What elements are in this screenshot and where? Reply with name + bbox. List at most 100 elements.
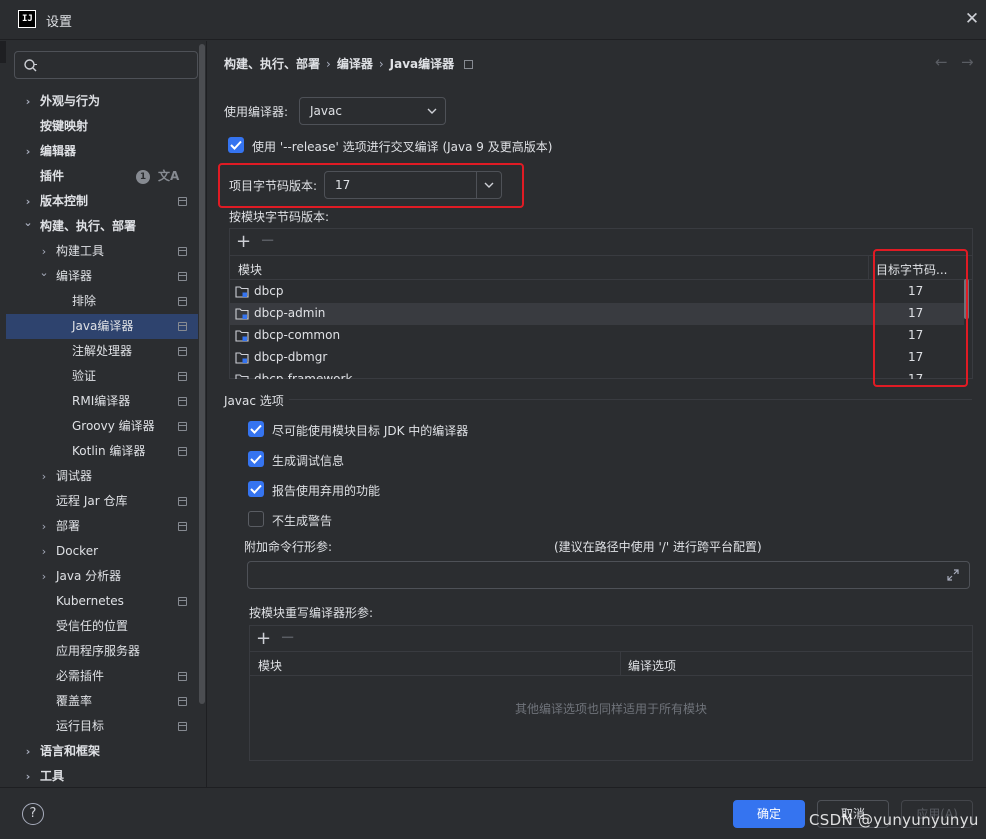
module-folder-icon [235, 308, 249, 320]
sidebar-item-label: 注解处理器 [72, 344, 133, 358]
sidebar-item[interactable]: 应用程序服务器 [0, 639, 198, 664]
compiler-label: 使用编译器: [224, 105, 289, 119]
sidebar-item-label: 按键映射 [40, 119, 89, 133]
expand-icon[interactable] [947, 569, 959, 581]
ok-button[interactable]: 确定 [733, 800, 805, 828]
sidebar-item[interactable]: 插件 1 文A [0, 164, 198, 189]
project-scope-icon [178, 522, 187, 531]
table-row[interactable]: dbcp-framework 17 [230, 369, 964, 379]
close-icon[interactable]: ✕ [962, 9, 982, 29]
col-module[interactable]: 模块 [258, 657, 282, 674]
sidebar-item[interactable]: 按键映射 [0, 114, 198, 139]
sidebar-item[interactable]: ⌄ 编译器 [0, 264, 198, 289]
sidebar-item[interactable]: 验证 [0, 364, 198, 389]
add-icon[interactable]: + [256, 628, 271, 649]
sidebar-item[interactable]: 排除 [0, 289, 198, 314]
project-scope-icon [178, 372, 187, 381]
sidebar-scrollbar[interactable] [199, 44, 205, 704]
module-folder-icon [235, 352, 249, 364]
sidebar-item[interactable]: ⌄ 构建、执行、部署 [0, 214, 198, 239]
sidebar-item[interactable]: Groovy 编译器 [0, 414, 198, 439]
sidebar-item-label: 插件 [40, 169, 65, 183]
chevron-right-icon[interactable]: › [22, 739, 34, 764]
chevron-right-icon[interactable]: › [38, 539, 50, 564]
sidebar-item[interactable]: RMI编译器 [0, 389, 198, 414]
project-scope-icon [178, 397, 187, 406]
table-row[interactable]: dbcp-admin 17 [230, 303, 964, 325]
chevron-right-icon[interactable]: › [38, 514, 50, 539]
sidebar-item[interactable]: 远程 Jar 仓库 [0, 489, 198, 514]
back-arrow-icon[interactable]: ← [935, 53, 948, 71]
module-folder-icon [235, 374, 249, 379]
breadcrumb-item[interactable]: 编译器 [337, 57, 373, 71]
javac-option-checkbox[interactable] [248, 451, 264, 467]
translate-icon: 文A [158, 169, 180, 183]
sidebar-item-label: 版本控制 [40, 194, 89, 208]
chevron-down-icon[interactable]: ⌄ [38, 260, 50, 285]
sidebar-item[interactable]: 运行目标 [0, 714, 198, 739]
sidebar-item[interactable]: › Java 分析器 [0, 564, 198, 589]
module-name: dbcp [254, 284, 284, 298]
chevron-right-icon[interactable]: › [38, 564, 50, 589]
breadcrumb-item[interactable]: 构建、执行、部署 [224, 57, 320, 71]
chevron-down-icon [427, 108, 437, 114]
javac-option-label: 报告使用弃用的功能 [272, 484, 381, 498]
table-row[interactable]: dbcp 17 [230, 281, 964, 303]
sidebar-item[interactable]: › 语言和框架 [0, 739, 198, 764]
breadcrumb: 构建、执行、部署 › 编译器 › Java编译器 [224, 55, 474, 72]
project-scope-icon [178, 247, 187, 256]
col-options[interactable]: 编译选项 [628, 657, 676, 674]
project-scope-icon [178, 597, 187, 606]
sidebar-item[interactable]: › 工具 [0, 764, 198, 789]
sidebar-item[interactable]: › 调试器 [0, 464, 198, 489]
chevron-right-icon[interactable]: › [22, 764, 34, 789]
checkmark-icon [250, 484, 262, 494]
sidebar-item-label: Java编译器 [72, 319, 134, 333]
sidebar-item[interactable]: › 外观与行为 [0, 89, 198, 114]
compiler-value: Javac [310, 104, 342, 118]
override-label: 按模块重写编译器形参: [249, 606, 374, 620]
sidebar-item-label: 外观与行为 [40, 94, 101, 108]
col-module[interactable]: 模块 [238, 261, 262, 278]
sidebar-item[interactable]: 受信任的位置 [0, 614, 198, 639]
compiler-select[interactable]: Javac [299, 97, 446, 125]
chevron-right-icon[interactable]: › [38, 464, 50, 489]
javac-section-title: Javac 选项 [224, 394, 284, 408]
add-icon[interactable]: + [236, 231, 251, 252]
project-scope-icon [178, 447, 187, 456]
javac-option-checkbox[interactable] [248, 481, 264, 497]
help-icon[interactable]: ? [22, 803, 44, 825]
javac-option-checkbox[interactable] [248, 511, 264, 527]
java-compiler-panel: 构建、执行、部署 › 编译器 › Java编译器 ← → 使用编译器: Javac 使用… [206, 41, 986, 787]
chevron-right-icon[interactable]: › [22, 89, 34, 114]
module-name: dbcp-admin [254, 306, 326, 320]
sidebar-item[interactable]: 覆盖率 [0, 689, 198, 714]
module-name: dbcp-dbmgr [254, 350, 328, 364]
sidebar-item[interactable]: Kotlin 编译器 [0, 439, 198, 464]
sidebar-item[interactable]: › 编辑器 [0, 139, 198, 164]
table-row[interactable]: dbcp-dbmgr 17 [230, 347, 964, 369]
javac-option-checkbox[interactable] [248, 421, 264, 437]
watermark: CSDN @yunyunyunyu [809, 811, 979, 829]
intellij-icon: IJ [18, 10, 36, 28]
project-scope-icon [178, 722, 187, 731]
javac-option-label: 生成调试信息 [272, 454, 345, 468]
breadcrumb-current: Java编译器 [389, 57, 455, 71]
chevron-right-icon[interactable]: › [22, 139, 34, 164]
project-scope-icon [178, 697, 187, 706]
chevron-down-icon[interactable]: ⌄ [22, 210, 34, 235]
sidebar-item[interactable]: Java编译器 [6, 314, 198, 339]
table-header: 模块 目标字节码... [230, 255, 972, 280]
sidebar-item[interactable]: 注解处理器 [0, 339, 198, 364]
sidebar-item[interactable]: 必需插件 [0, 664, 198, 689]
cmd-args-input[interactable] [247, 561, 970, 589]
table-row[interactable]: dbcp-common 17 [230, 325, 964, 347]
search-input[interactable] [14, 51, 198, 79]
release-checkbox[interactable] [228, 137, 244, 153]
forward-arrow-icon[interactable]: → [961, 53, 974, 71]
sidebar-item[interactable]: › 部署 [0, 514, 198, 539]
sidebar-item[interactable]: › Docker [0, 539, 198, 564]
sidebar-item[interactable]: › 构建工具 [0, 239, 198, 264]
sidebar-item[interactable]: Kubernetes [0, 589, 198, 614]
sidebar-item-label: 必需插件 [56, 669, 105, 683]
